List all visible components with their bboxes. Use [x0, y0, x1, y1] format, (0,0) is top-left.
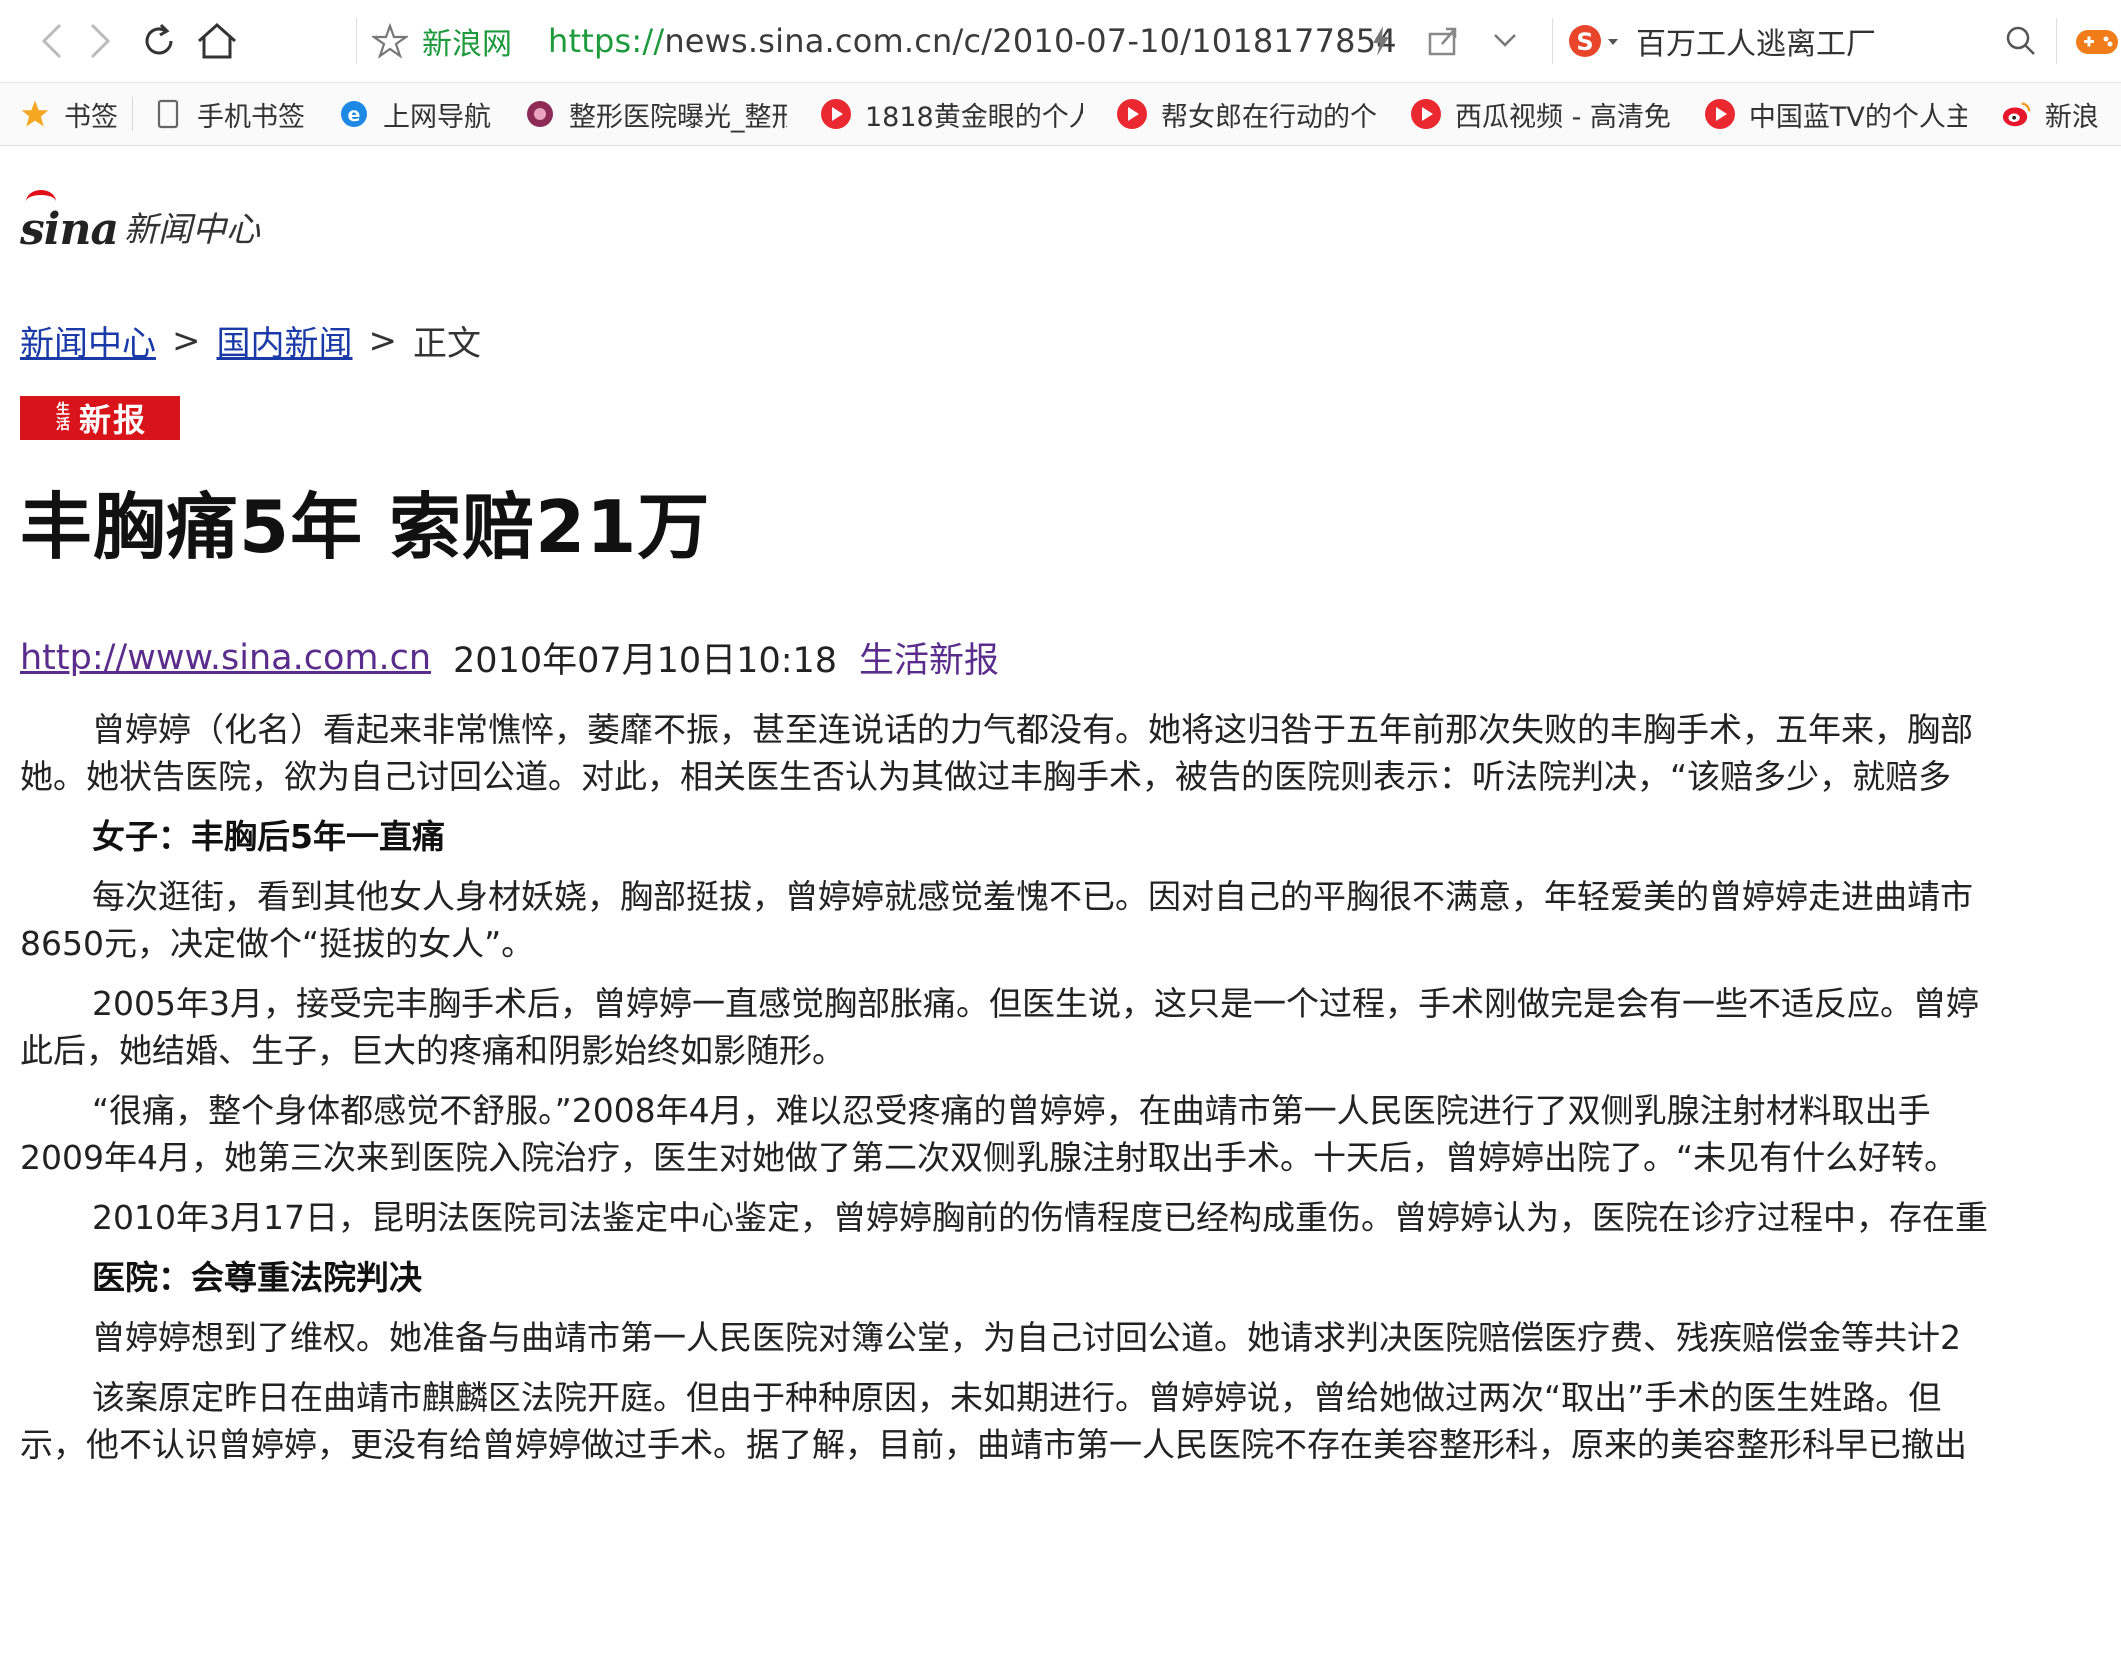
play-icon — [821, 99, 851, 129]
bookmark-label: 整形医院曝光_整形 — [569, 101, 787, 133]
paragraph: 示，他不认识曾婷婷，更没有给曾婷婷做过手术。据了解，目前，曲靖市第一人民医院不存… — [20, 1425, 1967, 1464]
bookmark-label: 帮女郎在行动的个 — [1161, 101, 1377, 133]
search-engine-icon[interactable]: S — [1566, 21, 1622, 61]
share-button[interactable] — [1418, 16, 1468, 66]
bookmark-item-mobile[interactable]: 手机书签 — [153, 95, 305, 134]
toolbar-divider — [1552, 18, 1553, 64]
toolbar-divider — [356, 18, 357, 64]
home-button[interactable] — [192, 16, 242, 66]
search-icon — [2006, 26, 2035, 55]
play-icon — [1411, 99, 1441, 129]
breadcrumb: 新闻中心 > 国内新闻 > 正文 — [20, 316, 481, 365]
source-logo-text: 新报 — [78, 401, 147, 439]
paragraph: 2005年3月，接受完丰胸手术后，曾婷婷一直感觉胸部胀痛。但医生说，这只是一个过… — [92, 984, 1979, 1023]
paragraph: 她。她状告医院，欲为自己讨回公道。对此，相关医生否认为其做过丰胸手术，被告的医院… — [20, 757, 1952, 796]
section-heading: 女子：丰胸后5年一直痛 — [92, 817, 445, 856]
source-logo: 生活 新报 — [20, 396, 180, 440]
star-outline-icon[interactable] — [372, 23, 408, 59]
bookmark-item-zhongguolan[interactable]: 中国蓝TV的个人主 — [1704, 95, 1967, 134]
fast-mode-button[interactable] — [1356, 16, 1406, 66]
paragraph: 曾婷婷（化名）看起来非常憔悴，萎靡不振，甚至连说话的力气都没有。她将这归咎于五年… — [92, 710, 1973, 749]
svg-text:e: e — [348, 104, 361, 126]
ie-icon: e — [339, 99, 369, 129]
play-icon — [1117, 99, 1147, 129]
bookmark-label: 手机书签 — [197, 101, 305, 133]
breadcrumb-home-link[interactable]: 新闻中心 — [20, 316, 156, 365]
site-icon — [525, 99, 555, 129]
article-title: 丰胸痛5年 索赔21万 — [20, 485, 711, 569]
bookmark-label: 中国蓝TV的个人主 — [1748, 101, 1967, 133]
article-body: 曾婷婷（化名）看起来非常憔悴，萎靡不振，甚至连说话的力气都没有。她将这归咎于五年… — [20, 706, 2121, 1468]
url-scheme: https:// — [548, 22, 665, 60]
bookmark-item-xigua[interactable]: 西瓜视频 - 高清免 — [1411, 95, 1671, 134]
bookmark-item-1818[interactable]: 1818黄金眼的个人 — [821, 95, 1083, 134]
article-meta: http://www.sina.com.cn 2010年07月10日10:18 … — [20, 632, 999, 683]
sina-news-logo[interactable]: sina 新闻中心 — [20, 190, 260, 255]
share-icon — [1428, 27, 1457, 56]
bookmark-label: 新浪 — [2044, 101, 2099, 133]
paragraph: “很痛，整个身体都感觉不舒服。”2008年4月，难以忍受疼痛的曾婷婷，在曲靖市第… — [92, 1091, 1931, 1130]
breadcrumb-current: 正文 — [413, 324, 481, 364]
paragraph: 每次逛街，看到其他女人身材妖娆，胸部挺拔，曾婷婷就感觉羞愧不已。因对自己的平胸很… — [92, 877, 1973, 916]
web-page: sina 新闻中心 新闻中心 > 国内新闻 > 正文 生活 新报 丰胸痛5年 索… — [0, 146, 2121, 1672]
bookmark-item-clinic[interactable]: 整形医院曝光_整形 — [525, 95, 787, 134]
svg-text:S: S — [1576, 28, 1593, 56]
game-button[interactable] — [2072, 16, 2121, 66]
section-heading: 医院：会尊重法院判决 — [92, 1258, 422, 1297]
bookmark-item-navigation[interactable]: e 上网导航 — [339, 95, 491, 134]
paragraph: 2010年3月17日，昆明法医院司法鉴定中心鉴定，曾婷婷胸前的伤情程度已经构成重… — [92, 1198, 1988, 1237]
bookmark-label: 上网导航 — [383, 101, 491, 133]
paragraph: 2009年4月，她第三次来到医院入院治疗，医生对她做了第二次双侧乳腺注射取出手术… — [20, 1138, 1958, 1177]
play-icon — [1704, 99, 1735, 129]
publish-datetime: 2010年07月10日10:18 — [453, 641, 838, 681]
search-button[interactable] — [1996, 16, 2046, 66]
logo-section: 新闻中心 — [124, 210, 260, 250]
breadcrumb-separator: > — [172, 320, 201, 361]
site-link[interactable]: http://www.sina.com.cn — [20, 638, 431, 678]
chevron-left-icon — [41, 23, 62, 59]
gamepad-icon — [2076, 30, 2118, 54]
paragraph: 曾婷婷想到了维权。她准备与曲靖市第一人民医院对簿公堂，为自己讨回公道。她请求判决… — [92, 1318, 1961, 1357]
phone-icon — [153, 99, 183, 129]
bookmark-item-bangnvlang[interactable]: 帮女郎在行动的个 — [1117, 95, 1377, 134]
bookmark-label: 书签 — [64, 101, 118, 133]
paragraph: 此后，她结婚、生子，巨大的疼痛和阴影始终如影随形。 — [20, 1031, 845, 1070]
bookmark-divider — [132, 97, 133, 131]
url-path: news.sina.com.cn/c/2010-07-10/1018177854 — [664, 22, 1397, 60]
reload-button[interactable] — [134, 16, 184, 66]
logo-brand: sina — [20, 190, 119, 255]
bookmark-item-bookmarks[interactable]: 书签 — [20, 95, 118, 134]
breadcrumb-section-link[interactable]: 国内新闻 — [217, 316, 353, 365]
search-input[interactable]: 百万工人逃离工厂 — [1636, 19, 1876, 63]
dropdown-button[interactable] — [1480, 16, 1530, 66]
source-link[interactable]: 生活新报 — [859, 632, 999, 683]
breadcrumb-separator: > — [368, 320, 398, 361]
search-box[interactable]: S 百万工人逃离工厂 — [1566, 0, 1876, 82]
bookmark-label: 1818黄金眼的个人 — [865, 101, 1083, 133]
bookmark-item-sina[interactable]: 新浪 — [2001, 95, 2099, 134]
chevron-right-icon — [90, 23, 111, 59]
sina-eye-icon — [26, 190, 56, 213]
toolbar-divider — [2056, 18, 2057, 64]
reload-icon — [145, 23, 173, 55]
paragraph: 8650元，决定做个“挺拔的女人”。 — [20, 924, 535, 963]
address-toolbar: 新浪网 https://news.sina.com.cn/c/2010-07-1… — [0, 0, 2121, 83]
weibo-icon — [2001, 99, 2031, 129]
home-icon — [198, 22, 236, 59]
lightning-icon — [1373, 26, 1389, 56]
bookmarks-bar: 书签 手机书签 e 上网导航 整形医院曝光_整形 1818黄金眼的个人 帮女郎在… — [0, 83, 2121, 146]
paragraph: 该案原定昨日在曲靖市麒麟区法院开庭。但由于种种原因，未如期进行。曾婷婷说，曾给她… — [92, 1378, 1942, 1417]
bookmark-label: 西瓜视频 - 高清免 — [1455, 101, 1671, 133]
chevron-down-icon — [1494, 34, 1516, 47]
forward-button[interactable] — [74, 16, 124, 66]
star-icon — [20, 99, 50, 129]
back-button[interactable] — [28, 16, 78, 66]
site-name: 新浪网 — [422, 27, 512, 62]
source-logo-small-text: 生活 — [55, 402, 72, 433]
url-bar[interactable]: 新浪网 https://news.sina.com.cn/c/2010-07-1… — [372, 0, 1503, 82]
